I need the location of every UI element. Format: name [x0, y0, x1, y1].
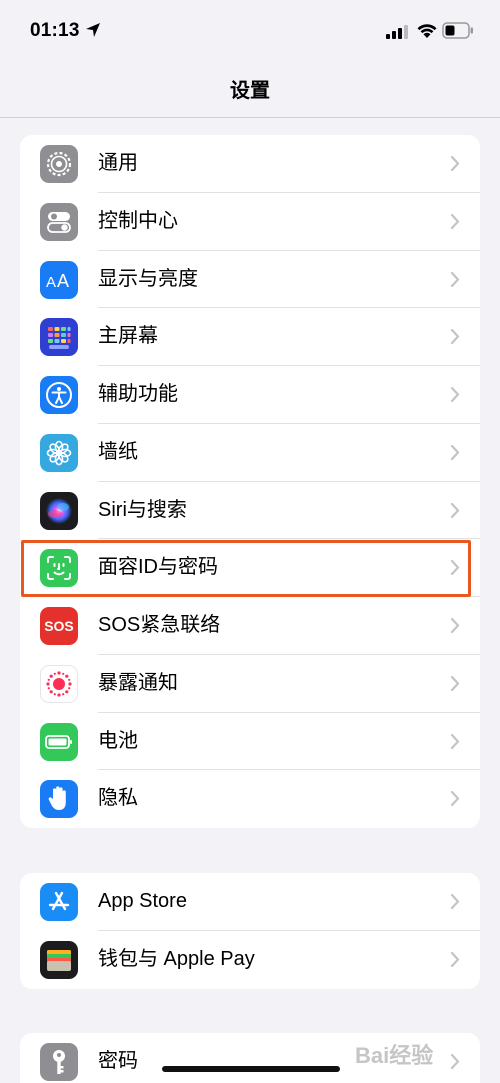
home-grid-icon — [40, 318, 78, 357]
settings-row-label: 电池 — [98, 729, 138, 752]
sos-icon-text: SOS — [44, 618, 74, 634]
settings-row-privacy[interactable]: 隐私 — [20, 770, 480, 828]
settings-group-store: App Store 钱包与 Apple Pay — [20, 873, 480, 989]
settings-row-face-id[interactable]: 面容ID与密码 — [20, 539, 480, 597]
settings-row-sos[interactable]: SOS SOS紧急联络 — [20, 597, 480, 655]
face-id-icon — [40, 549, 78, 588]
chevron-right-icon — [450, 559, 460, 581]
wallet-icon — [40, 941, 78, 979]
settings-row-general[interactable]: 通用 — [20, 135, 480, 193]
chevron-right-icon — [450, 328, 460, 350]
settings-row-label: 辅助功能 — [98, 383, 178, 405]
settings-row-exposure[interactable]: 暴露通知 — [20, 655, 480, 713]
chevron-right-icon — [450, 617, 460, 639]
chevron-right-icon — [450, 675, 460, 697]
svg-text:A: A — [46, 274, 56, 291]
status-bar: 01:13 — [0, 0, 500, 62]
settings-row-app-store[interactable]: App Store — [20, 873, 480, 931]
page-title: 设置 — [230, 80, 270, 102]
settings-row-siri[interactable]: Siri与搜索 — [20, 482, 480, 540]
settings-row-label: 钱包与 Apple Pay — [98, 948, 255, 970]
chevron-right-icon — [450, 271, 460, 293]
chevron-right-icon — [450, 155, 460, 177]
settings-row-label: 暴露通知 — [98, 671, 178, 694]
siri-icon — [40, 491, 78, 530]
settings-row-label: 隐私 — [98, 787, 138, 810]
settings-row-label: 面容ID与密码 — [98, 556, 218, 579]
status-time: 01:13 — [30, 20, 80, 41]
exposure-icon — [40, 664, 78, 703]
hand-icon — [40, 780, 78, 819]
toggles-icon — [40, 202, 78, 241]
settings-row-label: Siri与搜索 — [98, 498, 187, 521]
settings-group-main: 通用 控制中心 A A 显示与亮度 主屏幕 辅助功能 墙纸 Siri与搜索 面容… — [20, 135, 480, 828]
settings-row-wallet[interactable]: 钱包与 Apple Pay — [20, 931, 480, 989]
chevron-right-icon — [450, 893, 460, 915]
chevron-right-icon — [450, 444, 460, 466]
watermark: Bai经验 — [355, 1043, 434, 1068]
chevron-right-icon — [450, 790, 460, 812]
accessibility-icon — [40, 376, 78, 414]
chevron-right-icon — [450, 213, 460, 235]
key-icon — [40, 1043, 78, 1081]
wifi-icon — [416, 22, 438, 44]
chevron-right-icon — [450, 733, 460, 755]
battery-setting-icon — [40, 722, 78, 761]
settings-row-label: 墙纸 — [98, 440, 138, 463]
settings-row-label: 主屏幕 — [98, 325, 158, 348]
settings-row-label: 密码 — [98, 1050, 138, 1072]
settings-row-display[interactable]: A A 显示与亮度 — [20, 251, 480, 309]
sos-icon: SOS — [40, 607, 78, 645]
settings-row-battery[interactable]: 电池 — [20, 713, 480, 771]
svg-text:A: A — [57, 271, 69, 291]
home-indicator[interactable] — [162, 1066, 340, 1072]
app-store-icon — [40, 883, 78, 921]
chevron-right-icon — [450, 386, 460, 408]
gear-icon — [40, 145, 78, 183]
flower-icon — [40, 433, 78, 472]
settings-row-wallpaper[interactable]: 墙纸 — [20, 424, 480, 482]
settings-row-label: 显示与亮度 — [98, 267, 198, 290]
chevron-right-icon — [450, 502, 460, 524]
cellular-signal-icon — [386, 25, 408, 44]
settings-row-label: 通用 — [98, 152, 138, 174]
settings-row-control-center[interactable]: 控制中心 — [20, 193, 480, 251]
settings-row-label: App Store — [98, 890, 187, 912]
battery-icon — [442, 22, 474, 44]
location-arrow-icon — [85, 22, 101, 43]
nav-divider — [0, 117, 500, 118]
chevron-right-icon — [450, 951, 460, 973]
settings-row-label: SOS紧急联络 — [98, 614, 221, 636]
text-size-icon: A A — [40, 260, 78, 299]
settings-row-home-screen[interactable]: 主屏幕 — [20, 308, 480, 366]
settings-row-accessibility[interactable]: 辅助功能 — [20, 366, 480, 424]
settings-row-label: 控制中心 — [98, 209, 178, 232]
